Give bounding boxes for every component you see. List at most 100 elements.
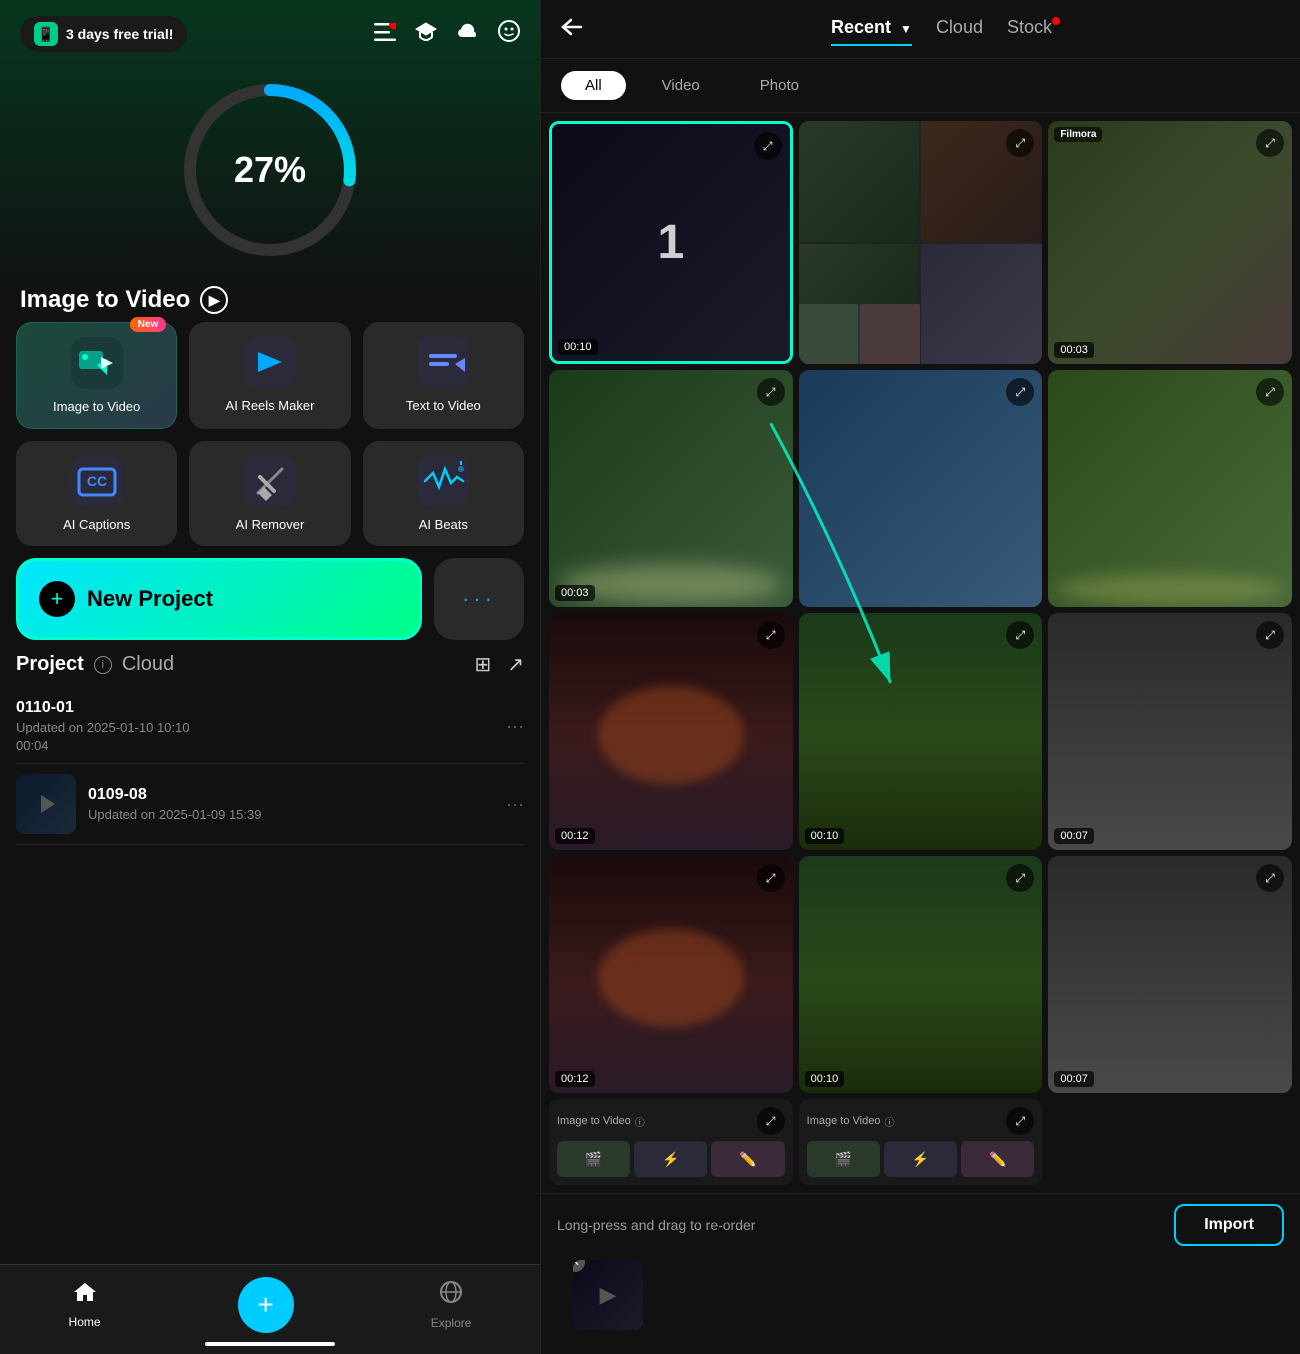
tab-stock-label: Stock <box>1007 17 1052 37</box>
project-subtitle: Cloud <box>122 653 174 676</box>
media-cell-5[interactable]: ⤢ <box>799 370 1043 607</box>
dropdown-arrow-icon: ▼ <box>900 22 912 36</box>
tool-card-text-to-video[interactable]: Text to Video <box>363 322 524 429</box>
plus-icon: + <box>39 581 75 617</box>
list-icon[interactable] <box>374 21 396 47</box>
media-cell-1[interactable]: 1 ⤢ 00:10 <box>549 121 793 364</box>
left-panel: 📱 3 days free trial! <box>0 0 540 1354</box>
back-button[interactable] <box>561 16 583 42</box>
expand-icon-1[interactable]: ⤢ <box>754 132 782 160</box>
tool-icon-ai-remover <box>244 455 296 507</box>
itv-card-1[interactable]: Image to Video ⓘ ⤢ 🎬 ⚡ ✏️ <box>549 1099 793 1185</box>
media-cell-9[interactable]: ⤢ 00:07 <box>1048 613 1292 850</box>
tool-label-ai-beats: AI Beats <box>419 517 468 532</box>
nav-tabs: Recent ▼ Cloud Stock <box>603 17 1280 42</box>
tab-cloud-label: Cloud <box>936 17 983 37</box>
nav-add-button[interactable]: + <box>238 1277 294 1333</box>
media-cell-3[interactable]: Filmora ⤢ 00:03 <box>1048 121 1292 364</box>
nav-home[interactable]: Home <box>69 1280 101 1329</box>
nav-home-label: Home <box>69 1315 101 1329</box>
project-more-2[interactable]: ··· <box>506 794 524 815</box>
trial-badge[interactable]: 📱 3 days free trial! <box>20 16 187 52</box>
grid-view-icon[interactable]: ⊞ <box>474 652 491 677</box>
tool-card-ai-beats[interactable]: AI Beats <box>363 441 524 546</box>
explore-icon <box>438 1279 464 1312</box>
expand-icon-7[interactable]: ⤢ <box>757 621 785 649</box>
bottom-nav: Home + Explore <box>0 1264 540 1354</box>
media-grid: 1 ⤢ 00:10 ⤢ Filmora <box>541 113 1300 1193</box>
itv-expand-1[interactable]: ⤢ <box>757 1107 785 1135</box>
media-cell-2[interactable]: ⤢ <box>799 121 1043 364</box>
hat-icon[interactable] <box>414 21 438 47</box>
trial-text: 3 days free trial! <box>66 26 173 42</box>
new-project-button[interactable]: + New Project <box>16 558 422 640</box>
section-play-icon[interactable]: ▶ <box>200 286 228 314</box>
project-item-1[interactable]: 0110-01 Updated on 2025-01-10 10:10 00:0… <box>16 689 524 764</box>
project-info-icon[interactable]: i <box>94 656 112 674</box>
media-cell-7[interactable]: ⤢ 00:12 <box>549 613 793 850</box>
media-cell-6[interactable]: ⤢ <box>1048 370 1292 607</box>
filter-video[interactable]: Video <box>638 71 724 100</box>
more-options-card[interactable]: ··· <box>434 558 524 640</box>
duration-badge-4: 00:03 <box>555 585 595 601</box>
right-panel: Recent ▼ Cloud Stock All Video Photo 1 ⤢… <box>540 0 1300 1354</box>
cloud-icon[interactable] <box>456 21 480 47</box>
tool-icon-ai-reels <box>244 336 296 388</box>
tool-label-ai-remover: AI Remover <box>236 517 305 532</box>
home-icon <box>72 1280 98 1311</box>
duration-badge-3: 00:03 <box>1054 342 1094 358</box>
project-date-1: Updated on 2025-01-10 10:10 <box>16 720 494 735</box>
header-icons <box>374 20 520 48</box>
tool-card-image-to-video[interactable]: New Image to Video <box>16 322 177 429</box>
tab-recent-label: Recent <box>831 17 891 37</box>
expand-icon-6[interactable]: ⤢ <box>1256 378 1284 406</box>
section-label: Image to Video ▶ <box>0 270 540 322</box>
itv-expand-2[interactable]: ⤢ <box>1006 1107 1034 1135</box>
project-info-2: 0109-08 Updated on 2025-01-09 15:39 <box>88 786 494 822</box>
expand-icon-12[interactable]: ⤢ <box>1256 864 1284 892</box>
import-button[interactable]: Import <box>1174 1204 1284 1246</box>
tab-recent[interactable]: Recent ▼ <box>831 17 912 42</box>
tool-label-text-to-video: Text to Video <box>406 398 481 413</box>
tool-label-ai-reels: AI Reels Maker <box>226 398 315 413</box>
selected-preview-1[interactable]: ✕ ▶ <box>573 1260 643 1330</box>
media-cell-4[interactable]: Filmora ⤢ 00:03 <box>549 370 793 607</box>
header-bar: 📱 3 days free trial! <box>0 0 540 60</box>
duration-badge-7: 00:12 <box>555 828 595 844</box>
duration-badge-10: 00:12 <box>555 1071 595 1087</box>
tool-card-ai-remover[interactable]: AI Remover <box>189 441 350 546</box>
nav-add-icon: + <box>257 1289 273 1321</box>
itv-card-2[interactable]: Image to Video ⓘ ⤢ 🎬 ⚡ ✏️ <box>799 1099 1043 1185</box>
face-icon[interactable] <box>498 20 520 48</box>
duration-badge-12: 00:07 <box>1054 1071 1094 1087</box>
project-more-1[interactable]: ··· <box>506 716 524 737</box>
media-cell-8[interactable]: ⤢ 00:10 <box>799 613 1043 850</box>
expand-icon-9[interactable]: ⤢ <box>1256 621 1284 649</box>
media-cell-11[interactable]: ⤢ 00:10 <box>799 856 1043 1093</box>
trial-icon: 📱 <box>34 22 58 46</box>
expand-icon-10[interactable]: ⤢ <box>757 864 785 892</box>
tool-card-ai-reels[interactable]: AI Reels Maker <box>189 322 350 429</box>
filmora-badge-3: Filmora <box>1054 127 1102 142</box>
project-title-row: Project i Cloud <box>16 653 174 676</box>
svg-text:CC: CC <box>87 473 107 489</box>
tab-stock[interactable]: Stock <box>1007 17 1052 42</box>
export-icon[interactable]: ↗ <box>507 652 524 677</box>
project-item-2[interactable]: 0109-08 Updated on 2025-01-09 15:39 ··· <box>16 764 524 845</box>
project-duration-1: 00:04 <box>16 738 494 753</box>
project-section: Project i Cloud ⊞ ↗ 0110-01 Updated on 2… <box>0 652 540 845</box>
filter-photo[interactable]: Photo <box>736 71 823 100</box>
filter-row: All Video Photo <box>541 59 1300 113</box>
filter-all[interactable]: All <box>561 71 626 100</box>
expand-icon-3[interactable]: ⤢ <box>1256 129 1284 157</box>
tab-cloud[interactable]: Cloud <box>936 17 983 42</box>
expand-icon-4[interactable]: ⤢ <box>757 378 785 406</box>
tool-card-ai-captions[interactable]: CC AI Captions <box>16 441 177 546</box>
progress-ring: 27% <box>170 70 370 270</box>
nav-explore[interactable]: Explore <box>431 1279 472 1330</box>
tool-icon-text-to-video <box>417 336 469 388</box>
media-cell-12[interactable]: ⤢ 00:07 <box>1048 856 1292 1093</box>
media-cell-10[interactable]: ⤢ 00:12 <box>549 856 793 1093</box>
new-badge: New <box>130 317 167 332</box>
mini-cell-0 <box>799 121 920 242</box>
